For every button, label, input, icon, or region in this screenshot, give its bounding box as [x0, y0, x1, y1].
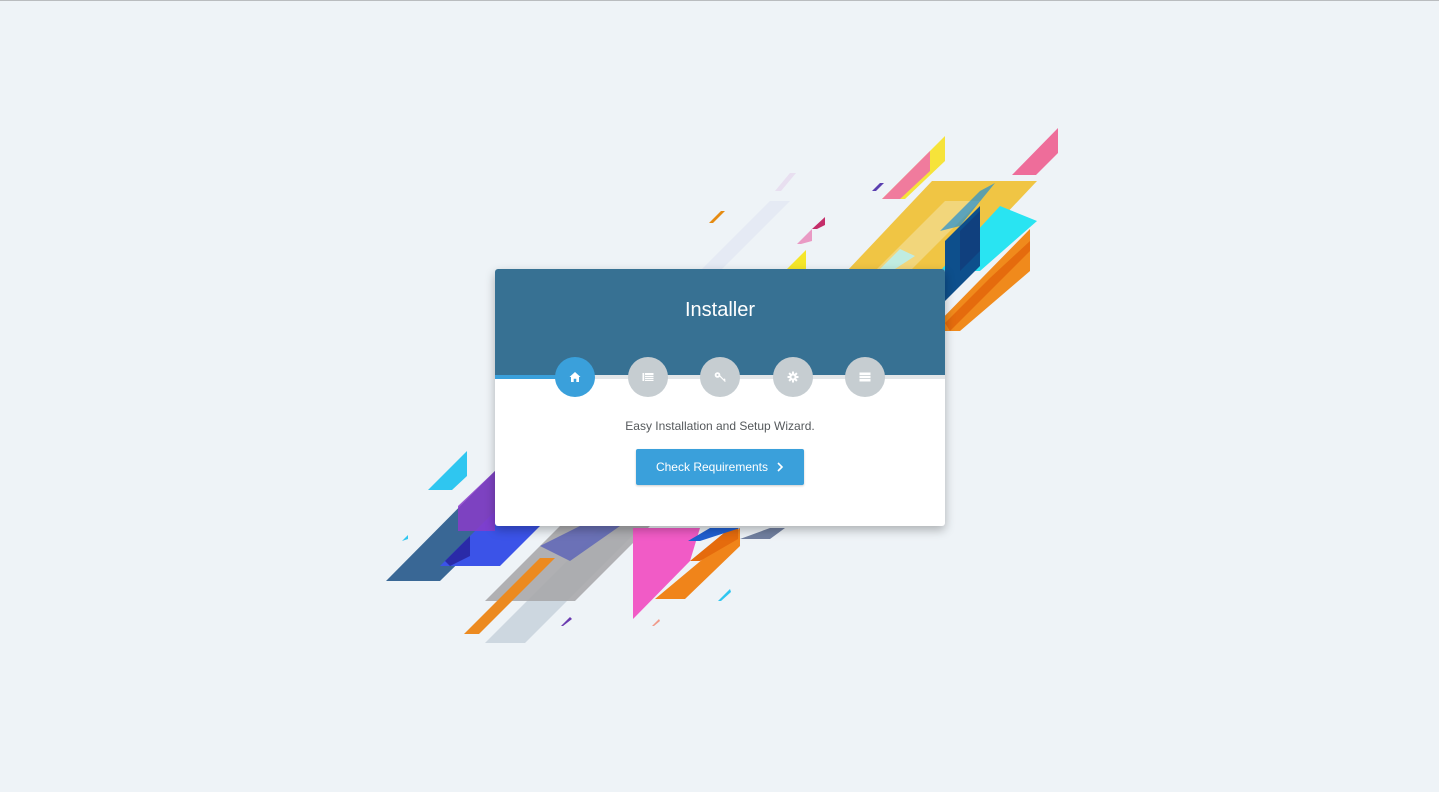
- installer-description: Easy Installation and Setup Wizard.: [625, 419, 815, 433]
- gear-icon: [787, 371, 799, 383]
- key-icon: [714, 372, 726, 382]
- step-final[interactable]: [845, 357, 885, 397]
- installer-title: Installer: [684, 299, 756, 321]
- step-welcome[interactable]: [555, 357, 595, 397]
- server-icon: [859, 372, 871, 382]
- list-icon: [642, 373, 654, 381]
- home-icon: [569, 372, 581, 382]
- installer-card: Installer Easy Installation and Setup Wi…: [495, 269, 945, 526]
- chevron-right-icon: [777, 462, 784, 472]
- step-requirements[interactable]: [628, 357, 668, 397]
- check-requirements-label: Check Requirements: [655, 460, 769, 474]
- check-requirements-button[interactable]: Check Requirements: [636, 449, 804, 485]
- step-permissions[interactable]: [700, 357, 740, 397]
- step-environment[interactable]: [773, 357, 813, 397]
